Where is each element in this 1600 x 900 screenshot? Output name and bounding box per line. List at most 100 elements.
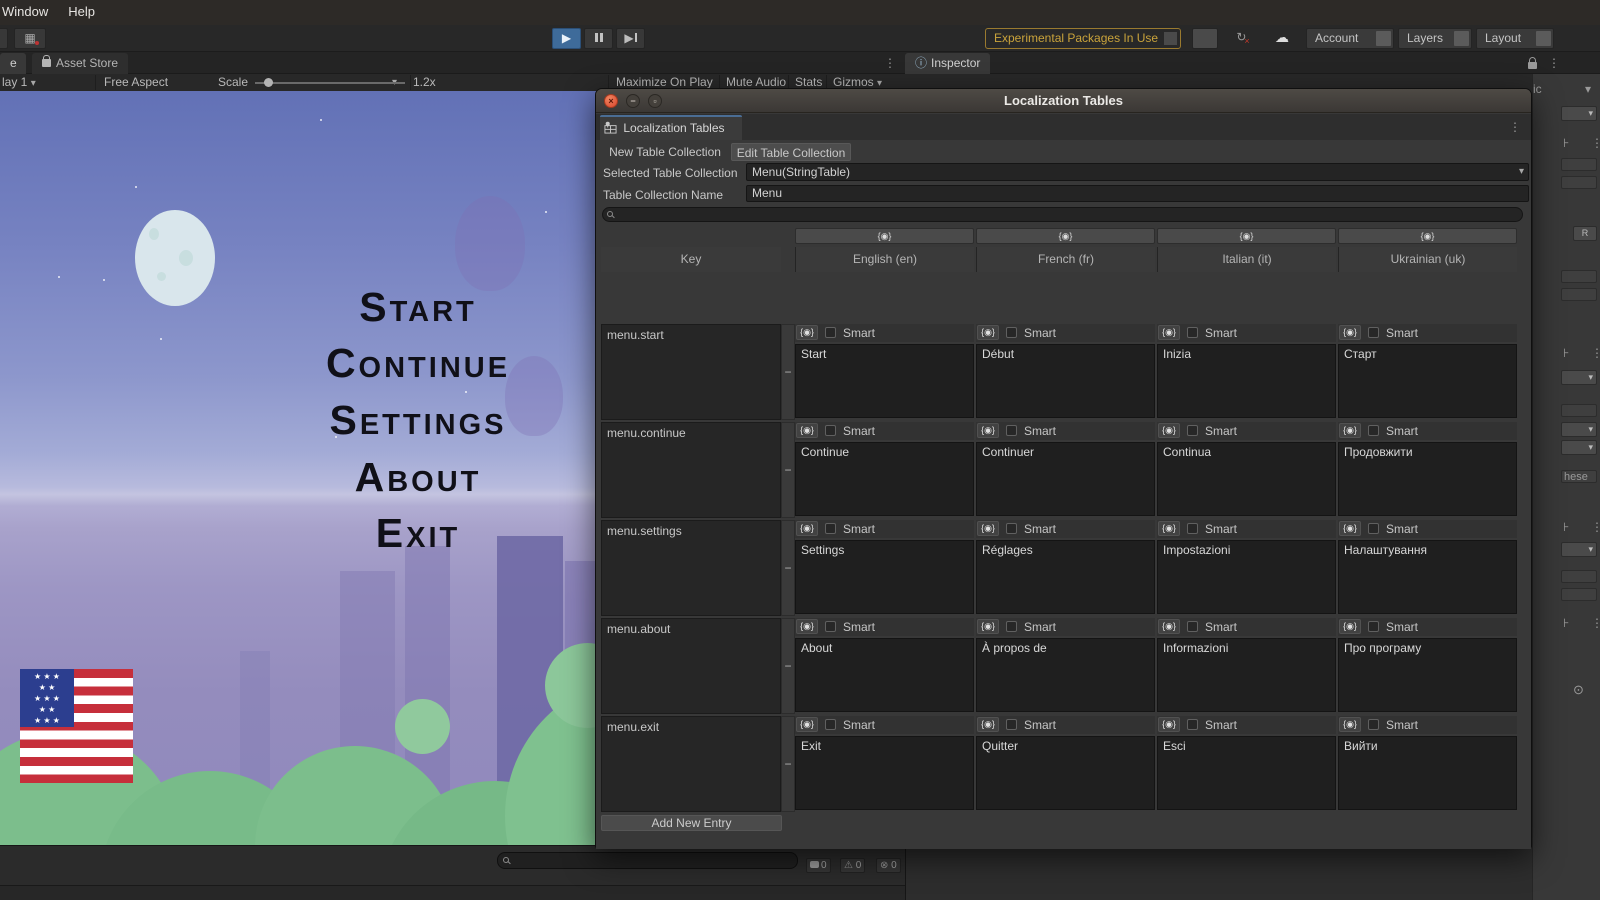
selected-table-collection-dropdown[interactable]: Menu(StringTable)▾ <box>746 163 1529 181</box>
metadata-icon[interactable]: {◉} <box>1158 521 1180 536</box>
translation-value[interactable]: Продовжити <box>1338 442 1517 516</box>
translation-value[interactable]: Inizia <box>1157 344 1336 418</box>
remove-entry-button[interactable]: − <box>782 659 794 673</box>
chevron-down-icon[interactable]: ▾ <box>1585 82 1591 96</box>
metadata-icon[interactable]: {◉} <box>977 325 999 340</box>
overflow-icon[interactable]: ⋮ <box>1591 346 1600 360</box>
metadata-icon[interactable]: {◉} <box>1158 423 1180 438</box>
smart-checkbox[interactable] <box>1187 327 1198 338</box>
translation-value[interactable]: Settings <box>795 540 974 614</box>
metadata-icon[interactable]: {◉} <box>796 325 818 340</box>
inspector-dropdown[interactable]: ▾ <box>1561 422 1597 437</box>
metadata-icon[interactable]: {◉} <box>1339 521 1361 536</box>
translation-value[interactable]: Вийти <box>1338 736 1517 810</box>
collab-sync-icon[interactable]: ↻× <box>1228 28 1260 49</box>
remove-entry-button[interactable]: − <box>782 463 794 477</box>
metadata-icon[interactable]: {◉} <box>1158 717 1180 732</box>
console-error-count[interactable]: ⊗ 0 <box>876 858 901 873</box>
smart-checkbox[interactable] <box>1006 327 1017 338</box>
metadata-icon[interactable]: {◉} <box>977 619 999 634</box>
game-menu-start[interactable]: Start <box>180 285 656 329</box>
smart-checkbox[interactable] <box>1368 327 1379 338</box>
metadata-icon[interactable]: {◉} <box>1339 717 1361 732</box>
metadata-icon[interactable]: {◉} <box>1339 325 1361 340</box>
preset-icon[interactable]: ⊙ <box>1573 682 1584 698</box>
remove-entry-button[interactable]: − <box>782 365 794 379</box>
game-menu-exit[interactable]: Exit <box>180 511 656 555</box>
locale-metadata-button[interactable]: {◉} <box>795 228 974 244</box>
translation-value[interactable]: Старт <box>1338 344 1517 418</box>
language-column-header[interactable]: Ukrainian (uk) <box>1338 247 1517 272</box>
translation-value[interactable]: About <box>795 638 974 712</box>
smart-checkbox[interactable] <box>1368 719 1379 730</box>
game-panel-menu-icon[interactable]: ⋮ <box>884 56 896 70</box>
smart-checkbox[interactable] <box>1006 523 1017 534</box>
language-column-header[interactable]: Italian (it) <box>1157 247 1336 272</box>
smart-checkbox[interactable] <box>1187 621 1198 632</box>
layers-dropdown[interactable]: Layers <box>1398 28 1472 49</box>
translation-value[interactable]: Quitter <box>976 736 1155 810</box>
new-table-collection-button[interactable]: New Table Collection <box>601 143 729 161</box>
metadata-icon[interactable]: {◉} <box>977 521 999 536</box>
overflow-icon[interactable]: ⋮ <box>1591 520 1600 534</box>
lock-icon[interactable] <box>1528 57 1537 71</box>
cloud-icon[interactable]: ☁ <box>1266 28 1298 49</box>
translation-value[interactable]: Continue <box>795 442 974 516</box>
tab-localization-tables[interactable]: Localization Tables <box>600 115 742 140</box>
smart-checkbox[interactable] <box>1368 621 1379 632</box>
key-cell[interactable]: menu.exit <box>601 716 781 812</box>
pause-button[interactable] <box>584 28 613 49</box>
table-search-input[interactable] <box>602 207 1523 222</box>
metadata-icon[interactable]: {◉} <box>796 619 818 634</box>
tab-inspector[interactable]: ⓘInspector <box>905 53 990 74</box>
translation-value[interactable]: Continua <box>1157 442 1336 516</box>
translation-value[interactable]: Informazioni <box>1157 638 1336 712</box>
translation-value[interactable]: Réglages <box>976 540 1155 614</box>
window-titlebar[interactable]: × − ▫ Localization Tables <box>596 89 1531 113</box>
metadata-icon[interactable]: {◉} <box>796 521 818 536</box>
console-search-input[interactable] <box>497 852 798 869</box>
locale-metadata-button[interactable]: {◉} <box>1157 228 1336 244</box>
inspector-field[interactable] <box>1561 588 1597 601</box>
inspector-field[interactable] <box>1561 176 1597 189</box>
smart-checkbox[interactable] <box>1187 523 1198 534</box>
unknown-toolbar-button[interactable] <box>1192 28 1218 49</box>
inspector-dropdown[interactable]: ▾ <box>1561 542 1597 557</box>
translation-value[interactable]: Налаштування <box>1338 540 1517 614</box>
grid-snap-icon[interactable]: ▦ <box>14 28 46 49</box>
inspector-field[interactable] <box>1561 404 1597 417</box>
smart-checkbox[interactable] <box>825 523 836 534</box>
locale-metadata-button[interactable]: {◉} <box>976 228 1155 244</box>
smart-checkbox[interactable] <box>1006 621 1017 632</box>
account-dropdown[interactable]: Account <box>1306 28 1394 49</box>
game-menu-continue[interactable]: Continue <box>180 341 656 385</box>
smart-checkbox[interactable] <box>825 425 836 436</box>
console-warning-count[interactable]: ⚠ 0 <box>840 858 865 873</box>
remove-entry-button[interactable]: − <box>782 757 794 771</box>
translation-value[interactable]: Exit <box>795 736 974 810</box>
tool-partial-button[interactable] <box>0 28 8 49</box>
edit-table-collection-button[interactable]: Edit Table Collection <box>731 143 851 161</box>
inspector-field[interactable] <box>1561 158 1597 171</box>
smart-checkbox[interactable] <box>1187 425 1198 436</box>
inspector-dropdown[interactable]: ▾ <box>1561 370 1597 385</box>
game-menu-about[interactable]: About <box>180 455 656 499</box>
metadata-icon[interactable]: {◉} <box>796 423 818 438</box>
inspector-dropdown[interactable]: ▾ <box>1561 440 1597 455</box>
scale-slider-knob[interactable] <box>264 78 273 87</box>
scale-slider[interactable] <box>255 82 405 84</box>
metadata-icon[interactable]: {◉} <box>977 717 999 732</box>
translation-value[interactable]: À propos de <box>976 638 1155 712</box>
tab-asset-store[interactable]: Asset Store <box>32 53 128 74</box>
key-cell[interactable]: menu.about <box>601 618 781 714</box>
inspector-field[interactable] <box>1561 570 1597 583</box>
language-column-header[interactable]: English (en) <box>795 247 974 272</box>
r-button[interactable]: R <box>1573 226 1597 241</box>
maximize-icon[interactable]: ▫ <box>648 94 662 108</box>
add-new-entry-button[interactable]: Add New Entry <box>601 815 782 831</box>
key-cell[interactable]: menu.settings <box>601 520 781 616</box>
smart-checkbox[interactable] <box>1006 425 1017 436</box>
metadata-icon[interactable]: {◉} <box>1158 619 1180 634</box>
tab-game-partial[interactable]: e <box>0 53 26 74</box>
key-column-header[interactable]: Key <box>601 247 781 272</box>
